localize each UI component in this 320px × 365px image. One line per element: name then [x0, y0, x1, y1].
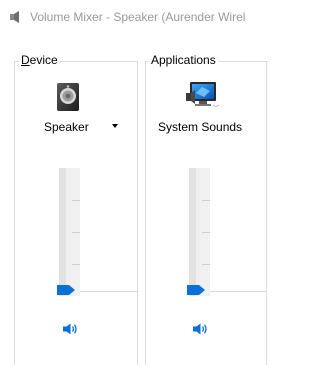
app-slider-tick: [202, 200, 210, 201]
speaker-icon: [10, 11, 19, 23]
applications-group-left: [145, 61, 146, 365]
device-group-left: [14, 61, 15, 365]
app-name-system-sounds: System Sounds: [158, 120, 243, 134]
app-slider-tick: [202, 264, 210, 265]
device-mute-speaker-icon[interactable]: [62, 322, 78, 336]
title-bar: Volume Mixer - Speaker (Aurender Wirel: [0, 0, 268, 34]
device-slider-tick: [72, 264, 80, 265]
system-sounds-monitor-icon: [186, 82, 220, 107]
device-slider-thumb[interactable]: [56, 284, 76, 296]
applications-group-right: [266, 61, 267, 365]
app-slider-thumb[interactable]: [186, 284, 206, 296]
app-slider-tick: [202, 232, 210, 233]
device-slider-tick: [72, 200, 80, 201]
device-select[interactable]: Speaker: [44, 120, 89, 134]
applications-group-label: Applications: [149, 53, 218, 67]
device-group-label: Device: [19, 53, 60, 67]
device-group-right: [137, 61, 138, 365]
chevron-down-icon[interactable]: [112, 124, 118, 128]
speaker-device-icon[interactable]: [55, 82, 81, 112]
app-slider-fill: [189, 168, 196, 296]
device-slider-fill: [59, 168, 66, 296]
window-title: Volume Mixer - Speaker (Aurender Wirel: [30, 10, 246, 24]
app-mute-speaker-icon[interactable]: [192, 322, 208, 336]
device-slider-tick: [72, 232, 80, 233]
